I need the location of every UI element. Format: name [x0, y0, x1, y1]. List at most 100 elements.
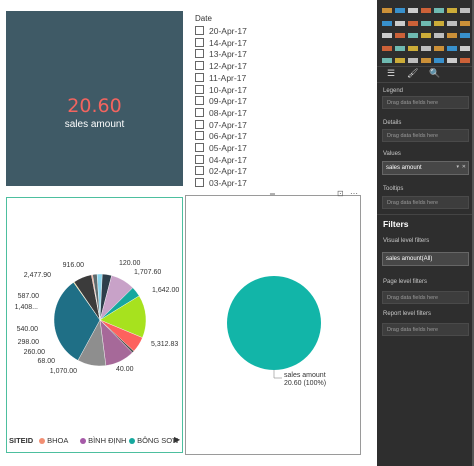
visualization-type-icon[interactable]	[395, 41, 405, 51]
date-slicer[interactable]: Date 20-Apr-17 14-Apr-17 13-Apr-17 12-Apr-1…	[191, 10, 361, 188]
visualization-type-icon[interactable]	[434, 41, 444, 51]
date-option[interactable]: 06-Apr-17	[195, 131, 247, 142]
visualization-type-icon[interactable]	[408, 41, 418, 51]
checkbox-icon[interactable]	[195, 96, 204, 106]
visualization-type-icon[interactable]	[395, 4, 405, 13]
visualization-type-icon[interactable]	[408, 29, 418, 38]
date-option[interactable]: 05-Apr-17	[195, 143, 247, 154]
date-option-label: 06-Apr-17	[209, 131, 247, 142]
pie-visual-siteid[interactable]: 916.00 120.00 1,707.60 2,477.90 1,642.00 587.…	[6, 197, 183, 453]
pie-data-label: 298.00	[18, 339, 40, 346]
visualization-type-icon[interactable]	[447, 4, 457, 13]
visualization-type-icon[interactable]	[421, 4, 431, 13]
visualization-type-icon[interactable]	[421, 16, 431, 26]
checkbox-icon[interactable]	[195, 166, 204, 176]
pie-data-label: 916.00	[63, 262, 85, 269]
legend-section-label: Legend	[383, 88, 404, 94]
pie-data-label: 587.00	[18, 293, 40, 300]
visualization-type-icon[interactable]	[382, 54, 392, 63]
visualization-type-icon[interactable]	[395, 54, 405, 63]
pie-chart-siteid: 916.00 120.00 1,707.60 2,477.90 1,642.00 587.…	[15, 260, 180, 375]
visualization-type-icon[interactable]	[434, 16, 444, 26]
checkbox-icon[interactable]	[195, 178, 204, 188]
visualization-type-icon[interactable]	[421, 29, 431, 38]
date-option[interactable]: 20-Apr-17	[195, 26, 247, 37]
legend-next-icon[interactable]: ▶	[174, 435, 180, 444]
visualization-type-icon[interactable]	[395, 16, 405, 26]
date-option[interactable]: 10-Apr-17	[195, 84, 247, 96]
visualization-type-icon[interactable]	[382, 4, 392, 13]
visualization-type-icon[interactable]	[382, 29, 392, 38]
pie-data-label: 1,408...	[15, 304, 38, 311]
checkbox-icon[interactable]	[195, 61, 204, 71]
date-option[interactable]: 04-Apr-17	[195, 154, 247, 166]
checkbox-icon[interactable]	[195, 154, 204, 164]
visualization-type-icon[interactable]	[408, 4, 418, 13]
pie-data-label: 1,642.00	[152, 287, 179, 294]
date-option[interactable]: 12-Apr-17	[195, 61, 247, 72]
date-option-label: 08-Apr-17	[209, 107, 247, 118]
visualization-type-icon[interactable]	[460, 29, 470, 38]
analytics-tab-icon[interactable]: 🔍	[429, 68, 440, 79]
checkbox-icon[interactable]	[195, 72, 204, 82]
format-tab-icon[interactable]: 🖌	[407, 68, 418, 79]
date-option-label: 04-Apr-17	[209, 154, 247, 165]
date-option[interactable]: 03-Apr-17	[195, 178, 247, 188]
dropdown-icon[interactable]: ▾	[456, 164, 459, 170]
checkbox-icon[interactable]	[195, 107, 204, 117]
legend-item-binh-dinh[interactable]: BÌNH ĐỊNH	[80, 436, 126, 445]
pie-data-label: 40.00	[116, 366, 134, 373]
visualization-type-icon[interactable]	[447, 54, 457, 63]
date-option[interactable]: 09-Apr-17	[195, 96, 247, 107]
pie-data-label: 260.00	[24, 349, 46, 356]
checkbox-icon[interactable]	[195, 26, 204, 35]
report-filters-well[interactable]: Drag data fields here	[382, 323, 469, 336]
date-option[interactable]: 02-Apr-17	[195, 166, 247, 177]
visualization-type-icon[interactable]	[408, 54, 418, 63]
date-option-label: 03-Apr-17	[209, 178, 247, 188]
date-option[interactable]: 13-Apr-17	[195, 49, 247, 60]
visualization-type-icon[interactable]	[421, 41, 431, 51]
date-option-label: 20-Apr-17	[209, 26, 247, 36]
visualization-type-icon[interactable]	[460, 54, 470, 63]
legend-label: BHOA	[47, 436, 69, 445]
visualization-type-icon[interactable]	[447, 29, 457, 38]
date-option[interactable]: 08-Apr-17	[195, 107, 247, 119]
checkbox-icon[interactable]	[195, 84, 204, 94]
date-option[interactable]: 11-Apr-17	[195, 72, 246, 84]
tooltips-well[interactable]: Drag data fields here	[382, 196, 469, 209]
values-field[interactable]: sales amount ▾ ✕	[382, 161, 469, 175]
pie-visual-sales[interactable]: ═ ⊡ ⋯ sales amount 20.60 (100%)	[185, 189, 361, 455]
visualization-type-icon[interactable]	[382, 16, 392, 26]
visualization-type-icon[interactable]	[434, 54, 444, 63]
visualization-type-icon[interactable]	[434, 4, 444, 13]
checkbox-icon[interactable]	[195, 37, 204, 47]
checkbox-icon[interactable]	[195, 131, 204, 141]
page-filters-well[interactable]: Drag data fields here	[382, 291, 469, 304]
date-option[interactable]: 07-Apr-17	[195, 119, 247, 131]
legend-title: SITEID	[9, 436, 34, 445]
checkbox-icon[interactable]	[195, 49, 204, 59]
visualization-type-icon[interactable]	[460, 16, 470, 26]
checkbox-icon[interactable]	[195, 119, 204, 129]
legend-item-bong-son[interactable]: BÔNG SƠN	[129, 436, 178, 445]
visualization-type-icon[interactable]	[447, 41, 457, 51]
fields-tab-icon[interactable]: ☰	[387, 68, 395, 79]
date-option[interactable]: 14-Apr-17	[195, 37, 247, 49]
checkbox-icon[interactable]	[195, 143, 204, 152]
visualization-type-icon[interactable]	[395, 29, 405, 38]
visualization-type-icon[interactable]	[447, 16, 457, 26]
visualization-type-icon[interactable]	[421, 54, 431, 63]
remove-icon[interactable]: ✕	[462, 164, 466, 170]
legend-well[interactable]: Drag data fields here	[382, 96, 469, 109]
visualization-type-icon[interactable]	[460, 4, 470, 13]
visual-filter-card[interactable]: sales amount(All)	[382, 252, 469, 266]
legend-item-bhoa[interactable]: BHOA	[39, 436, 68, 445]
values-section-label: Values	[383, 151, 401, 157]
kpi-card[interactable]: 20.60 sales amount	[6, 11, 183, 186]
visualization-type-icon[interactable]	[460, 41, 470, 51]
visualization-type-icon[interactable]	[408, 16, 418, 26]
visualization-type-icon[interactable]	[434, 29, 444, 38]
visualization-type-icon[interactable]	[382, 41, 392, 51]
details-well[interactable]: Drag data fields here	[382, 129, 469, 142]
